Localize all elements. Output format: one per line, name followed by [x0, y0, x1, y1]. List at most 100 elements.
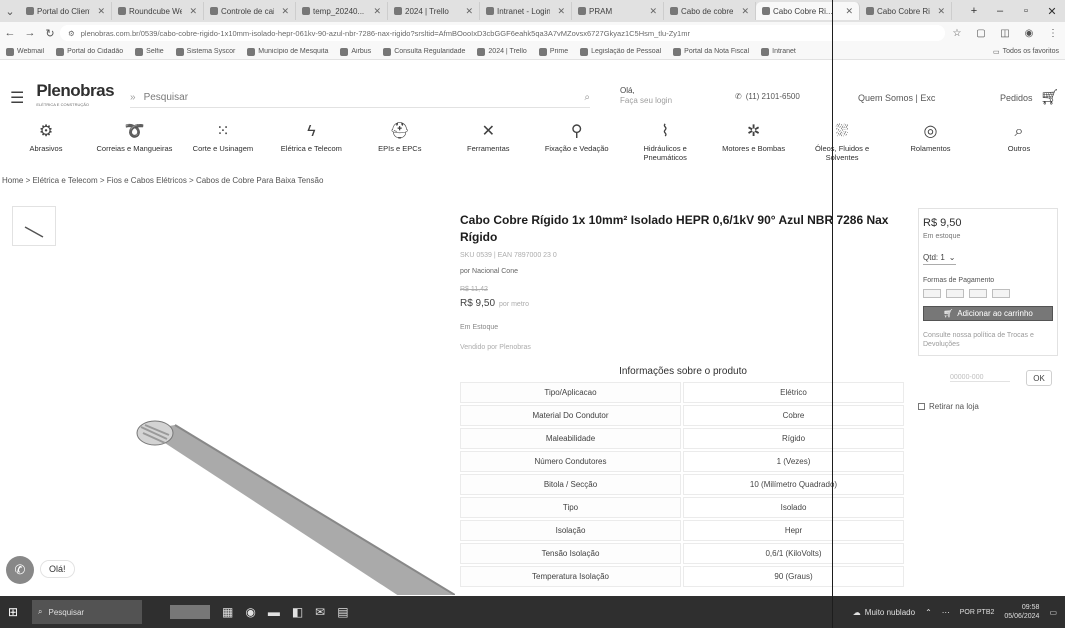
tab-close-icon[interactable]: ✕: [553, 6, 565, 17]
tab-close-icon[interactable]: ✕: [841, 6, 853, 17]
site-logo[interactable]: Plenobras ELÉTRICA E CONSTRUÇÃO: [36, 82, 114, 112]
store-icon[interactable]: ◧: [292, 605, 303, 619]
search-icon[interactable]: ⌕: [584, 92, 590, 103]
tab-close-icon[interactable]: ✕: [645, 6, 657, 17]
bookmark-star-icon[interactable]: ☆: [945, 28, 969, 39]
product-main-image[interactable]: [105, 395, 455, 595]
login-link[interactable]: Olá, Faça seu login: [620, 86, 672, 106]
weather-widget[interactable]: ☁ Muito nublado: [853, 608, 915, 617]
browser-tab[interactable]: PRAM ✕: [572, 2, 664, 20]
url-field[interactable]: ⚙ plenobras.com.br/0539/cabo-cobre-rigid…: [60, 25, 945, 41]
task-view-icon[interactable]: ▦: [222, 605, 233, 619]
hamburger-menu-icon[interactable]: ☰: [10, 88, 24, 108]
tab-close-icon[interactable]: ✕: [737, 6, 749, 17]
cep-ok-button[interactable]: OK: [1026, 370, 1052, 386]
category-pipe[interactable]: ⌇ Hidráulicos e Pneumáticos: [625, 123, 705, 173]
minimize-button[interactable]: –: [987, 5, 1013, 17]
orders-link[interactable]: Pedidos: [1000, 93, 1033, 103]
notifications-icon[interactable]: ▭: [1049, 608, 1057, 617]
product-brand[interactable]: por Nacional Cone: [460, 268, 518, 275]
browser-tab[interactable]: temp_20240... ✕: [296, 2, 388, 20]
category-hose[interactable]: ➰ Correias e Mangueiras: [94, 123, 174, 173]
mail-icon[interactable]: ✉: [315, 605, 325, 619]
bookmark-item[interactable]: Prime: [533, 47, 574, 56]
bookmark-item[interactable]: Legislação de Pessoal: [574, 47, 667, 56]
category-search[interactable]: ⌕ Outros: [979, 123, 1059, 173]
search-input[interactable]: » Pesquisar ⌕: [130, 88, 590, 108]
bookmark-item[interactable]: Intranet: [755, 47, 802, 56]
category-bolt[interactable]: ϟ Elétrica e Telecom: [271, 123, 351, 173]
about-link[interactable]: Quem Somos | Exc: [858, 93, 935, 103]
category-tools[interactable]: ✕ Ferramentas: [448, 123, 528, 173]
chat-bubble[interactable]: Olá!: [40, 560, 75, 578]
all-bookmarks-folder[interactable]: ▭ Todos os favoritos: [987, 48, 1065, 56]
category-screw[interactable]: ⚲ Fixação e Vedação: [537, 123, 617, 173]
cart-icon[interactable]: 🛒︎: [1040, 88, 1059, 106]
clock[interactable]: 09:58 05/06/2024: [1004, 603, 1039, 621]
tab-close-icon[interactable]: ✕: [933, 6, 945, 17]
bookmark-item[interactable]: Webmail: [0, 47, 50, 56]
file-explorer-icon[interactable]: ▬: [268, 605, 280, 619]
bookmark-item[interactable]: Airbus: [334, 47, 377, 56]
bookmark-item[interactable]: Portal do Cidadão: [50, 47, 129, 56]
close-window-button[interactable]: ✕: [1039, 5, 1065, 18]
taskbar-search[interactable]: ⌕ Pesquisar: [32, 600, 142, 624]
reload-icon[interactable]: ↻: [40, 27, 60, 40]
profile-icon[interactable]: ◉: [1017, 28, 1041, 39]
add-to-cart-button[interactable]: 🛒︎ Adicionar ao carrinho: [923, 306, 1053, 321]
forward-icon[interactable]: →: [20, 27, 40, 39]
network-icon[interactable]: ⋯: [942, 608, 950, 617]
browser-tab[interactable]: Cabo Cobre Ri...✕: [860, 2, 952, 20]
category-grid[interactable]: ⁙ Corte e Usinagem: [183, 123, 263, 173]
browser-tab[interactable]: Cabo Cobre Ri...✕: [756, 2, 860, 20]
whatsapp-chat-button[interactable]: ✆: [6, 556, 34, 584]
tab-favicon-icon: [210, 7, 218, 15]
tray-overflow-icon[interactable]: ⌃: [925, 608, 932, 617]
language-indicator[interactable]: POR PTB2: [960, 609, 995, 616]
category-fan[interactable]: ✲ Motores e Bombas: [714, 123, 794, 173]
windows-start-icon[interactable]: ⊞: [0, 605, 26, 619]
browser-tab[interactable]: 2024 | Trello ✕: [388, 2, 480, 20]
tab-close-icon[interactable]: ✕: [369, 6, 381, 17]
cep-input[interactable]: 00000-000: [950, 374, 1010, 382]
bookmark-item[interactable]: 2024 | Trello: [471, 47, 532, 56]
category-drop[interactable]: ⛆ Óleos, Fluidos e Solventes: [802, 123, 882, 173]
browser-tab[interactable]: Roundcube Webmail✕: [112, 2, 204, 20]
maximize-button[interactable]: ▫: [1013, 5, 1039, 17]
category-gear[interactable]: ⚙ Abrasivos: [6, 123, 86, 173]
tab-close-icon[interactable]: ✕: [277, 6, 289, 17]
browser-tab[interactable]: Cabo de cobre ✕: [664, 2, 756, 20]
word-icon[interactable]: ▤: [337, 605, 348, 619]
sidepanel-icon[interactable]: ◫: [993, 28, 1017, 39]
tab-close-icon[interactable]: ✕: [461, 6, 473, 17]
pipe-icon: ⌇: [661, 123, 670, 140]
category-label: EPIs e EPCs: [378, 144, 422, 153]
pickup-option[interactable]: Retirar na loja: [918, 402, 979, 411]
tab-search-icon[interactable]: ⌄: [0, 5, 20, 18]
back-icon[interactable]: ←: [0, 27, 20, 39]
phone-contact[interactable]: ✆ (11) 2101-6500: [735, 92, 800, 101]
bookmark-item[interactable]: Sistema Syscor: [170, 47, 242, 56]
category-bearing[interactable]: ◎ Rolamentos: [891, 123, 971, 173]
landscape-widget-icon[interactable]: [170, 605, 210, 619]
bookmark-item[interactable]: Selfie: [129, 47, 170, 56]
new-tab-button[interactable]: +: [961, 5, 987, 17]
quantity-select[interactable]: Qtd: 1 ⌄: [923, 253, 956, 265]
product-thumbnail[interactable]: [12, 206, 56, 246]
chrome-icon[interactable]: ◉: [245, 605, 255, 619]
tab-close-icon[interactable]: ✕: [93, 6, 105, 17]
return-policy-link[interactable]: Consulte nossa política de Trocas e Devo…: [923, 331, 1055, 349]
bookmark-item[interactable]: Consulta Regularidade: [377, 47, 471, 56]
site-info-icon[interactable]: ⚙: [68, 29, 75, 38]
menu-icon[interactable]: ⋮: [1041, 28, 1065, 39]
browser-tab[interactable]: Controle de caixa✕: [204, 2, 296, 20]
tab-close-icon[interactable]: ✕: [185, 6, 197, 17]
browser-tab[interactable]: Intranet - Login ✕: [480, 2, 572, 20]
browser-tab[interactable]: Portal do Cliente ✕: [20, 2, 112, 20]
extensions-icon[interactable]: ▢: [969, 28, 993, 39]
bookmark-item[interactable]: Portal da Nota Fiscal: [667, 47, 755, 56]
bookmark-item[interactable]: Município de Mesquita: [241, 47, 334, 56]
visa-icon: [923, 289, 941, 298]
category-helmet[interactable]: ⛑ EPIs e EPCs: [360, 123, 440, 173]
pickup-checkbox[interactable]: [918, 403, 925, 410]
